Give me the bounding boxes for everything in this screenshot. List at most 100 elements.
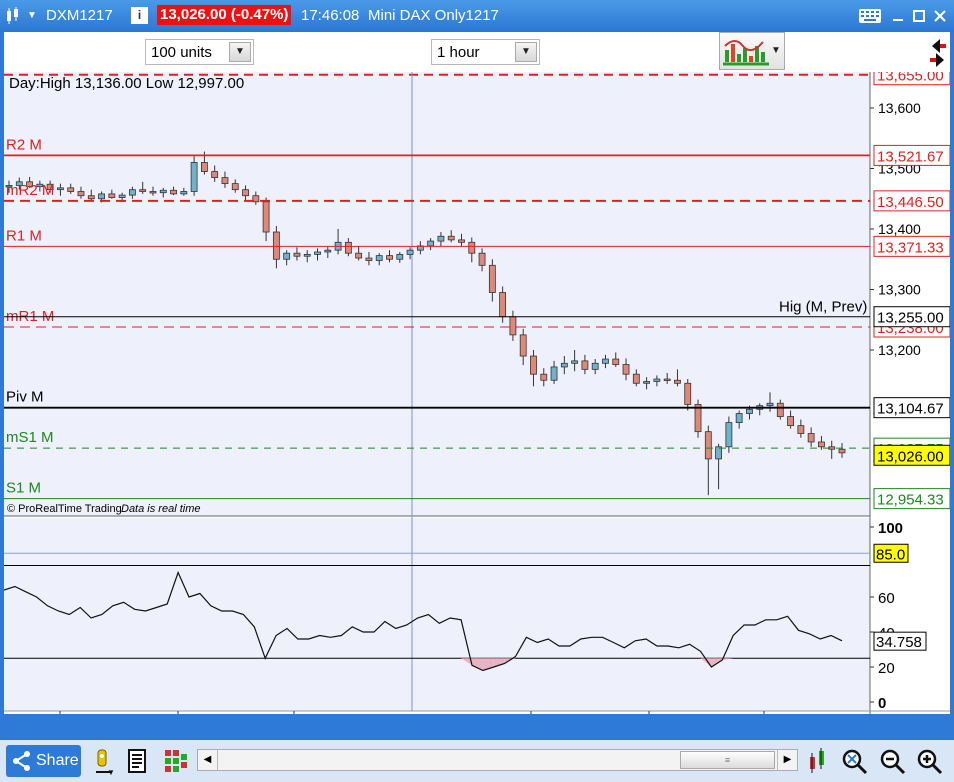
svg-text:▼: ▼ [107,768,115,776]
candlestick-icon [5,7,21,25]
scrollbar[interactable]: ◀ ≡ ▶ [197,749,798,771]
info-icon[interactable]: i [131,7,148,24]
candle-body [272,231,280,260]
candle-body [231,183,239,191]
candle-body [293,252,301,257]
level-name: mS1 M [6,429,54,446]
price-tick-label: 13,300 [878,282,921,298]
candle-body [766,402,774,407]
chevron-down-icon[interactable]: ▼ [229,42,251,62]
copyright-text: © ProRealTime Trading [7,503,122,515]
symbol-label: DXM1217 [46,7,113,24]
indicators-button[interactable]: ▼ [719,32,785,70]
close-icon[interactable] [932,8,948,24]
candle-body [262,201,270,233]
chart-area[interactable]: 13,600 13,500 13,400 13,300 13,200 13,655.00 D… [3,64,951,737]
title-bar: ▼ DXM1217 i 13,026.00 (-0.47%) 17:46:08 … [0,0,954,32]
minimize-icon[interactable] [890,8,906,24]
highlighter-icon[interactable]: ▼ [92,748,116,777]
interval-value: 1 hour [437,44,480,61]
candle-body [87,195,95,200]
candle-body [447,235,455,241]
candle-body [129,189,136,196]
candle-body [303,254,311,257]
level-label: 12,954.33 [877,492,944,509]
candle-body [437,235,445,242]
keyboard-icon[interactable] [859,9,881,23]
candle-body [190,162,198,192]
candle-body [581,360,589,370]
candle-body [200,162,208,172]
candle-body [787,416,794,427]
candle-body [591,362,599,370]
candle-body [643,381,651,384]
zoom-auto-icon[interactable] [840,747,868,775]
candle-body [509,316,517,336]
price-plot-bg [4,72,870,516]
level-label: 13,446.50 [877,194,944,211]
maximize-icon[interactable] [911,8,927,24]
candle-body [838,448,846,454]
interval-select[interactable]: 1 hour ▼ [431,39,540,65]
candle-body [170,189,177,195]
scroll-right-button[interactable]: ▶ [777,750,797,770]
chevron-down-icon[interactable]: ▼ [771,45,781,56]
sync-arrows-icon[interactable] [928,36,948,68]
candle-body [365,257,373,261]
candle-body [98,193,105,200]
indicator-tick-label: 60 [878,590,895,607]
level-name: S1 M [6,480,41,497]
candle-body [488,264,496,293]
share-icon [13,751,30,771]
zoom-out-icon[interactable] [878,747,906,775]
candle-body [560,362,568,368]
candle-body [499,292,507,318]
candle-body [211,171,219,178]
candle-body [57,187,64,191]
scroll-left-button[interactable]: ◀ [198,750,218,770]
candle-body [242,189,249,197]
candle-body [519,334,527,357]
instrument-name: Mini DAX Only1217 [368,7,499,24]
candle-body [725,422,733,448]
candle-body [797,425,805,434]
candle-body [550,366,558,381]
zoom-in-icon[interactable] [915,747,943,775]
candle-body [406,249,414,255]
share-button[interactable]: Share [6,745,81,777]
candle-body [684,382,692,405]
footer-toolbar: Share ▼ ◀ ≡ ▶ [0,740,954,782]
toolbar: 100 units ▼ 1 hour ▼ ▼ [4,32,950,72]
indicators-icon [723,40,769,66]
indicator-tick-label: 100 [878,520,903,537]
level-name: R2 M [6,136,42,153]
chart-move-icon[interactable] [807,747,829,775]
price-badge: 13,026.00 (-0.47%) [157,5,292,25]
candle-body [674,379,681,384]
dropdown-icon[interactable]: ▼ [27,10,39,21]
chevron-down-icon[interactable]: ▼ [515,42,537,62]
chart-svg[interactable]: 13,60013,50013,40013,30013,20013,655.00D… [3,64,951,737]
order-list-icon[interactable] [127,748,149,774]
candle-body [77,191,85,197]
trade-grid-icon[interactable] [163,748,189,774]
candle-body [396,254,404,260]
scroll-thumb[interactable]: ≡ [680,751,775,769]
candle-body [602,358,609,364]
level-name: mR2 M [6,182,54,199]
share-label: Share [36,752,79,769]
upper-band-label: 85.0 [876,546,905,563]
candle-body [118,194,126,198]
candle-body [355,252,363,259]
candle-body [375,255,383,261]
units-select[interactable]: 100 units ▼ [145,39,254,65]
candle-body [735,413,743,423]
candle-body [283,252,291,260]
candle-body [530,355,537,375]
candle-body [571,360,579,364]
candle-body [324,249,332,253]
candle-body [427,240,435,247]
indicator-plot-bg [4,518,870,711]
level-label: 13,371.33 [877,239,944,256]
price-tick-label: 13,400 [878,221,921,237]
